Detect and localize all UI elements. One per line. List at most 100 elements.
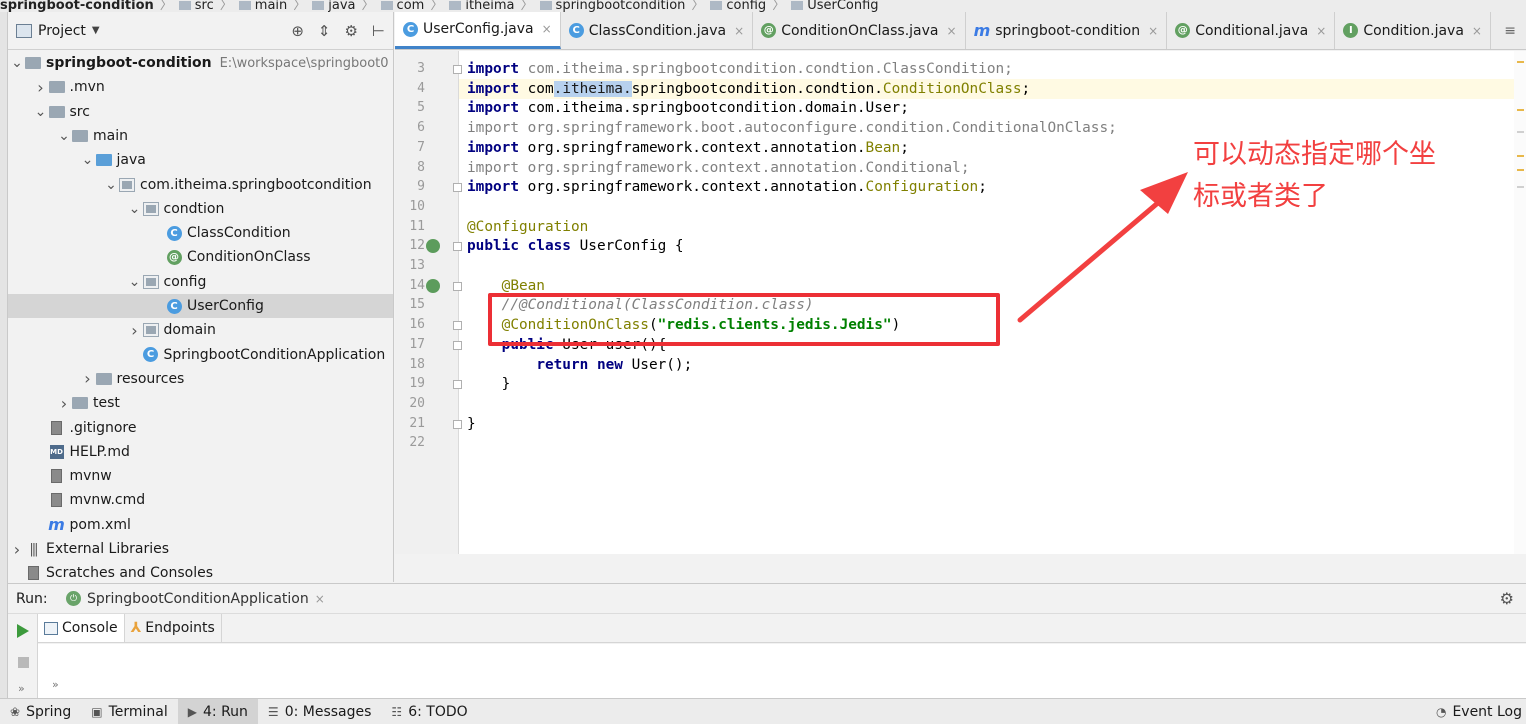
- stop-button[interactable]: [18, 657, 29, 668]
- code-line[interactable]: import org.springframework.context.annot…: [467, 177, 987, 197]
- tab-console[interactable]: Console: [38, 614, 125, 642]
- gear-icon[interactable]: ⚙: [344, 22, 357, 40]
- tab-userconfig-java[interactable]: C UserConfig.java ×: [395, 12, 561, 49]
- code-line[interactable]: import com.itheima.springbootcondition.d…: [467, 98, 909, 118]
- chevron-down-icon[interactable]: ⌄: [128, 201, 142, 217]
- tab-conditiononclass-java[interactable]: @ ConditionOnClass.java ×: [753, 12, 966, 49]
- chevron-down-icon[interactable]: ⌄: [128, 274, 142, 290]
- project-panel-title[interactable]: Project: [38, 23, 86, 39]
- close-icon[interactable]: ×: [1472, 24, 1482, 38]
- chevron-right-icon[interactable]: ›: [81, 369, 95, 388]
- breadcrumb-item[interactable]: java: [312, 0, 356, 12]
- collapse-all-icon[interactable]: ⇕: [318, 22, 331, 40]
- tool-window-4-run[interactable]: ▶ 4: Run: [177, 698, 258, 724]
- code-line[interactable]: return new User();: [467, 355, 692, 375]
- tab-conditional-java[interactable]: @ Conditional.java ×: [1167, 12, 1336, 49]
- fold-marker-icon[interactable]: [453, 242, 462, 252]
- code-line[interactable]: public class UserConfig {: [467, 236, 684, 256]
- tree-item[interactable]: C SpringbootConditionApplication: [8, 343, 393, 367]
- fold-marker-icon[interactable]: [453, 65, 462, 74]
- breadcrumb-item[interactable]: UserConfig: [791, 0, 879, 12]
- tree-item[interactable]: C ClassCondition: [8, 221, 393, 245]
- more-icon[interactable]: »: [18, 682, 25, 695]
- tree-item[interactable]: ⌄ main: [8, 124, 393, 148]
- tool-window-spring[interactable]: ❀ Spring: [0, 699, 81, 724]
- breadcrumb-item[interactable]: com: [380, 0, 424, 12]
- tree-item[interactable]: C UserConfig: [8, 294, 393, 318]
- tab-condition-java[interactable]: I Condition.java ×: [1335, 12, 1491, 49]
- tab-springboot-condition[interactable]: m springboot-condition ×: [966, 12, 1168, 49]
- tool-window-event-log[interactable]: ◔ Event Log: [1426, 699, 1526, 724]
- breadcrumb-item[interactable]: src: [178, 0, 214, 12]
- fold-marker-icon[interactable]: [453, 281, 462, 291]
- code-line[interactable]: }: [467, 374, 511, 394]
- code-line[interactable]: import com.itheima.springbootcondition.c…: [467, 59, 1013, 79]
- fold-marker-icon[interactable]: [453, 380, 462, 390]
- tree-item[interactable]: .gitignore: [8, 416, 393, 440]
- tree-item[interactable]: ⌄ src: [8, 100, 393, 124]
- fold-marker-icon[interactable]: [453, 419, 462, 429]
- locate-icon[interactable]: ⊕: [291, 22, 304, 40]
- tree-item[interactable]: › test: [8, 391, 393, 415]
- tab-endpoints[interactable]: ⅄ Endpoints: [125, 614, 222, 642]
- tree-item[interactable]: › domain: [8, 318, 393, 342]
- close-icon[interactable]: ×: [734, 24, 744, 38]
- tree-item[interactable]: ⌄ springboot-condition E:\workspace\spring…: [8, 51, 393, 75]
- chevron-right-icon[interactable]: ›: [128, 321, 142, 340]
- tree-item[interactable]: › ||| External Libraries: [8, 537, 393, 561]
- tree-item[interactable]: ⌄ java: [8, 148, 393, 172]
- tab-classcondition-java[interactable]: C ClassCondition.java ×: [561, 12, 754, 49]
- error-stripe[interactable]: [1514, 51, 1526, 554]
- tree-item[interactable]: ⌄ com.itheima.springbootcondition: [8, 173, 393, 197]
- tree-item[interactable]: @ ConditionOnClass: [8, 245, 393, 269]
- chevron-down-icon[interactable]: ⌄: [10, 55, 24, 71]
- code-line[interactable]: }: [467, 414, 476, 434]
- close-icon[interactable]: ×: [542, 22, 552, 36]
- chevron-down-icon[interactable]: ▼: [92, 25, 100, 36]
- rerun-button[interactable]: [17, 624, 29, 638]
- tree-item[interactable]: m pom.xml: [8, 513, 393, 537]
- tree-item[interactable]: MD HELP.md: [8, 440, 393, 464]
- fold-marker-icon[interactable]: [453, 183, 462, 193]
- tree-item[interactable]: ⌄ config: [8, 270, 393, 294]
- fold-marker-icon[interactable]: [453, 340, 462, 350]
- chevron-down-icon[interactable]: ⌄: [81, 152, 95, 168]
- close-icon[interactable]: ×: [315, 592, 325, 606]
- tree-item[interactable]: mvnw: [8, 464, 393, 488]
- tabs-menu-icon[interactable]: ≡: [1494, 12, 1526, 49]
- tree-item[interactable]: ⌄ condtion: [8, 197, 393, 221]
- run-config-tab[interactable]: ⏻ SpringbootConditionApplication ×: [66, 591, 325, 607]
- tree-item[interactable]: Scratches and Consoles: [8, 561, 393, 582]
- tree-item[interactable]: mvnw.cmd: [8, 488, 393, 512]
- tool-window-terminal[interactable]: ▣ Terminal: [81, 699, 178, 724]
- breadcrumb-item[interactable]: springbootcondition: [539, 0, 685, 12]
- code-line[interactable]: import org.springframework.boot.autoconf…: [467, 118, 1117, 138]
- close-icon[interactable]: ×: [1316, 24, 1326, 38]
- chevron-right-icon[interactable]: ›: [34, 78, 48, 97]
- code-line[interactable]: import org.springframework.context.annot…: [467, 158, 970, 178]
- breadcrumb-item[interactable]: config: [710, 0, 766, 12]
- fold-marker-icon[interactable]: [453, 321, 462, 331]
- tree-item[interactable]: › .mvn: [8, 75, 393, 99]
- breadcrumb-item[interactable]: itheima: [449, 0, 515, 12]
- code-line[interactable]: import org.springframework.context.annot…: [467, 138, 909, 158]
- chevron-right-icon[interactable]: ›: [57, 394, 71, 413]
- tool-window-0-messages[interactable]: ☰ 0: Messages: [258, 699, 382, 724]
- tree-item[interactable]: › resources: [8, 367, 393, 391]
- hide-icon[interactable]: ⊢: [372, 22, 385, 40]
- more-icon[interactable]: »: [52, 678, 59, 691]
- chevron-down-icon[interactable]: ⌄: [104, 177, 118, 193]
- gear-icon[interactable]: ⚙: [1500, 589, 1514, 608]
- bean-gutter-icon[interactable]: [426, 239, 440, 254]
- code-line[interactable]: @Configuration: [467, 217, 588, 237]
- tool-window-6-todo[interactable]: ☷ 6: TODO: [381, 699, 477, 724]
- breadcrumb-item[interactable]: springboot-condition: [0, 0, 154, 12]
- console-output[interactable]: »: [38, 644, 1526, 699]
- chevron-down-icon[interactable]: ⌄: [34, 104, 48, 120]
- breadcrumb-item[interactable]: main: [238, 0, 287, 12]
- close-icon[interactable]: ×: [1148, 24, 1158, 38]
- chevron-right-icon[interactable]: ›: [10, 540, 24, 559]
- chevron-down-icon[interactable]: ⌄: [57, 128, 71, 144]
- close-icon[interactable]: ×: [947, 24, 957, 38]
- code-line[interactable]: import com.itheima.springbootcondition.c…: [459, 78, 1519, 99]
